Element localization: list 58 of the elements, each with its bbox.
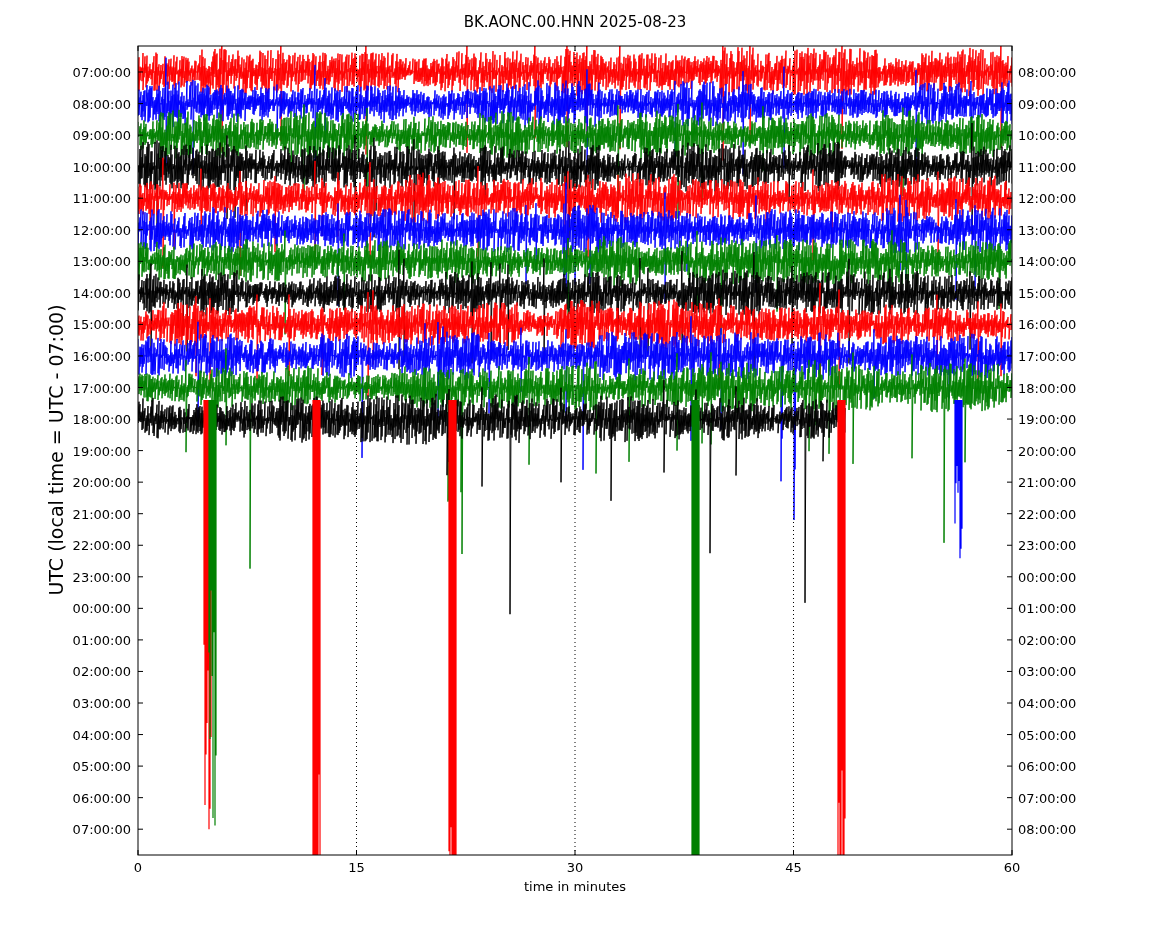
y-tick-label: 02:00:00 (1018, 632, 1077, 648)
y-tick-label: 12:00:00 (1018, 191, 1077, 207)
y-tick-label: 16:00:00 (72, 348, 131, 364)
y-tick-label: 14:00:00 (72, 285, 131, 301)
y-tick-label: 15:00:00 (72, 317, 131, 333)
y-tick-label: 07:00:00 (1018, 790, 1077, 806)
y-tick-label: 14:00:00 (1018, 254, 1077, 270)
y-tick-label: 12:00:00 (72, 222, 131, 238)
y-tick-label: 19:00:00 (1018, 412, 1077, 428)
y-tick-label: 04:00:00 (72, 727, 131, 743)
y-tick-label: 08:00:00 (72, 96, 131, 112)
y-tick-label: 09:00:00 (72, 128, 131, 144)
y-tick-label: 07:00:00 (72, 65, 131, 80)
y-tick-label: 17:00:00 (1018, 348, 1077, 364)
y-tick-label: 17:00:00 (72, 380, 131, 396)
y-tick-label: 11:00:00 (1018, 159, 1077, 175)
y-tick-label: 05:00:00 (72, 759, 131, 775)
y-tick-label: 08:00:00 (1018, 822, 1077, 838)
x-tick-label: 30 (566, 860, 584, 875)
y-tick-label: 23:00:00 (72, 569, 131, 585)
y-tick-label: 03:00:00 (1018, 664, 1077, 680)
y-tick-label: 10:00:00 (72, 159, 131, 175)
y-tick-label: 05:00:00 (1018, 727, 1077, 743)
y-tick-label: 02:00:00 (72, 664, 131, 680)
y-tick-label: 00:00:00 (72, 601, 131, 617)
y-tick-label: 19:00:00 (72, 443, 131, 459)
y-tick-label: 09:00:00 (1018, 96, 1077, 112)
y-tick-label: 00:00:00 (1018, 569, 1077, 585)
y-tick-label: 18:00:00 (72, 412, 131, 428)
y-axis-label: UTC (local time = UTC - 07:00) (45, 304, 67, 596)
y-tick-label: 22:00:00 (1018, 506, 1077, 522)
y-tick-label: 01:00:00 (1018, 601, 1077, 617)
y-tick-label: 20:00:00 (72, 475, 131, 491)
y-tick-label: 18:00:00 (1018, 380, 1077, 396)
y-tick-label: 03:00:00 (72, 696, 131, 711)
y-tick-label: 13:00:00 (72, 254, 131, 270)
y-tick-label: 20:00:00 (1018, 443, 1077, 459)
y-tick-label: 07:00:00 (72, 822, 131, 838)
y-tick-label: 15:00:00 (1018, 285, 1077, 301)
plot-title: BK.AONC.00.HNN 2025-08-23 (463, 13, 687, 31)
y-tick-label: 01:00:00 (72, 632, 131, 648)
x-tick-label: 15 (348, 860, 365, 875)
x-tick-label: 45 (785, 860, 802, 875)
y-tick-label: 16:00:00 (1018, 317, 1077, 333)
y-tick-label: 06:00:00 (72, 790, 131, 806)
y-tick-label: 23:00:00 (1018, 538, 1077, 554)
y-tick-label: 04:00:00 (1018, 696, 1077, 711)
y-tick-label: 22:00:00 (72, 538, 131, 554)
x-tick-label: 0 (133, 860, 143, 875)
y-tick-label: 21:00:00 (1018, 475, 1077, 491)
y-tick-label: 06:00:00 (1018, 759, 1077, 775)
y-tick-label: 13:00:00 (1018, 222, 1077, 238)
x-tick-label: 60 (1003, 860, 1021, 875)
y-tick-label: 21:00:00 (72, 506, 131, 522)
x-axis-label: time in minutes (523, 879, 627, 894)
y-tick-label: 10:00:00 (1018, 128, 1077, 144)
y-tick-label: 08:00:00 (1018, 65, 1077, 80)
y-tick-label: 11:00:00 (72, 191, 131, 207)
